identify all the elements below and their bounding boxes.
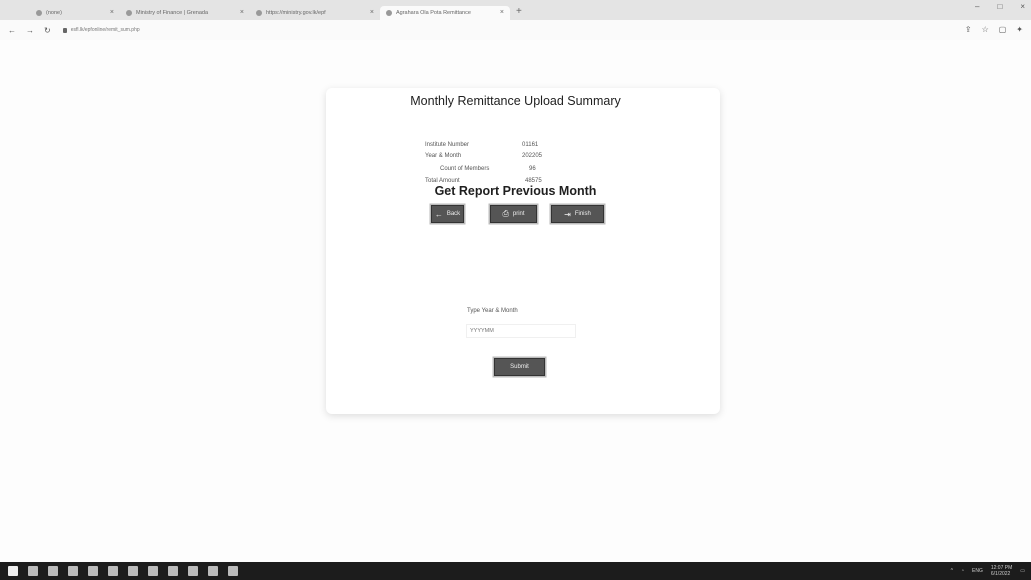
close-tab-icon[interactable]: × [500, 9, 504, 16]
store-icon[interactable] [148, 566, 158, 576]
share-icon[interactable]: ⇪ [965, 25, 972, 34]
address-bar-row: ← → ↻ esfl.lk/epfonline/remit_sum.php ⇪ … [0, 20, 1031, 40]
url-text: esfl.lk/epfonline/remit_sum.php [70, 27, 140, 33]
window-controls: – □ × [975, 2, 1025, 11]
back-button-label: Back [446, 211, 461, 217]
tab-title: Agrahara Ola Pota Remittance [396, 9, 471, 16]
submit-button[interactable]: Submit [494, 358, 545, 376]
print-button[interactable]: ⎙ print [490, 205, 537, 223]
summary-value-members: 96 [529, 166, 536, 172]
browser-tab-bar: (none) × Ministry of Finance | Grenada ×… [0, 0, 1031, 20]
tab-favicon-icon [256, 9, 262, 16]
clock[interactable]: 12:07 PM 6/1/2022 [991, 565, 1012, 577]
summary-label-members: Count of Members [440, 166, 490, 172]
task-view-icon[interactable] [48, 566, 58, 576]
mail-icon[interactable] [168, 566, 178, 576]
close-tab-icon[interactable]: × [370, 9, 374, 16]
maximize-button[interactable]: □ [997, 2, 1002, 11]
new-tab-button[interactable]: + [510, 6, 528, 17]
chrome-icon[interactable] [208, 566, 218, 576]
tab-title: (none) [46, 9, 62, 16]
extension-icon[interactable]: ✦ [1016, 25, 1023, 34]
file-explorer-icon[interactable] [108, 566, 118, 576]
close-tab-icon[interactable]: × [110, 9, 114, 16]
finish-button[interactable]: ⇥ Finish [551, 205, 604, 223]
split-view-icon[interactable]: ▢ [999, 25, 1007, 34]
printer-icon: ⎙ [502, 209, 509, 218]
year-month-input[interactable] [466, 324, 576, 338]
windows-taskbar: ^ ◔ ENG 12:07 PM 6/1/2022 ▭ [0, 562, 1031, 580]
bookmark-star-icon[interactable]: ☆ [982, 25, 989, 34]
browser-tab-active[interactable]: Agrahara Ola Pota Remittance × [380, 5, 510, 20]
tab-favicon-icon [126, 9, 132, 16]
search-icon[interactable] [28, 566, 38, 576]
close-tab-icon[interactable]: × [240, 9, 244, 16]
print-button-label: print [512, 211, 525, 217]
back-arrow-icon[interactable]: ← [8, 26, 16, 35]
clock-date: 6/1/2022 [990, 571, 1011, 577]
finish-button-label: Finish [574, 211, 591, 217]
language-indicator[interactable]: ENG [972, 568, 983, 574]
app-icon[interactable] [188, 566, 198, 576]
summary-label-year-month: Year & Month [425, 153, 462, 159]
app-icon[interactable] [228, 566, 238, 576]
tab-favicon-icon [36, 9, 42, 16]
summary-label-institute: Institute Number [425, 142, 470, 148]
url-field[interactable]: esfl.lk/epfonline/remit_sum.php [62, 27, 140, 33]
browser-tab[interactable]: https://ministry.gov.lk/epf × [250, 6, 380, 20]
edge-browser-icon[interactable] [128, 566, 138, 576]
tray-chevron-icon[interactable]: ^ [951, 568, 953, 574]
summary-value-institute: 01161 [522, 142, 539, 148]
tab-favicon-icon [386, 9, 392, 16]
widgets-icon[interactable] [68, 566, 78, 576]
system-tray: ^ ◔ ENG 12:07 PM 6/1/2022 ▭ [951, 565, 1025, 577]
browser-tab[interactable]: Ministry of Finance | Grenada × [120, 6, 250, 20]
submit-button-label: Submit [510, 364, 529, 370]
tab-title: Ministry of Finance | Grenada [136, 9, 209, 16]
wifi-icon[interactable]: ◔ [961, 568, 964, 574]
browser-tab[interactable]: (none) × [30, 6, 120, 20]
forward-arrow-icon[interactable]: → [26, 26, 34, 35]
teams-icon[interactable] [88, 566, 98, 576]
summary-title: Monthly Remittance Upload Summary [410, 94, 621, 108]
close-window-button[interactable]: × [1020, 2, 1025, 11]
summary-value-year-month: 202205 [522, 153, 543, 159]
report-title: Get Report Previous Month [434, 184, 597, 198]
notification-icon[interactable]: ▭ [1020, 568, 1025, 574]
reload-icon[interactable]: ↻ [44, 26, 51, 35]
lock-icon [62, 27, 67, 33]
arrow-left-icon: ← [434, 209, 443, 219]
minimize-button[interactable]: – [975, 2, 979, 11]
tab-title: https://ministry.gov.lk/epf [266, 9, 326, 16]
windows-start-icon[interactable] [8, 566, 18, 576]
sign-out-icon: ⇥ [564, 209, 571, 219]
year-month-label: Type Year & Month [467, 308, 518, 314]
back-button[interactable]: ← Back [431, 205, 464, 223]
